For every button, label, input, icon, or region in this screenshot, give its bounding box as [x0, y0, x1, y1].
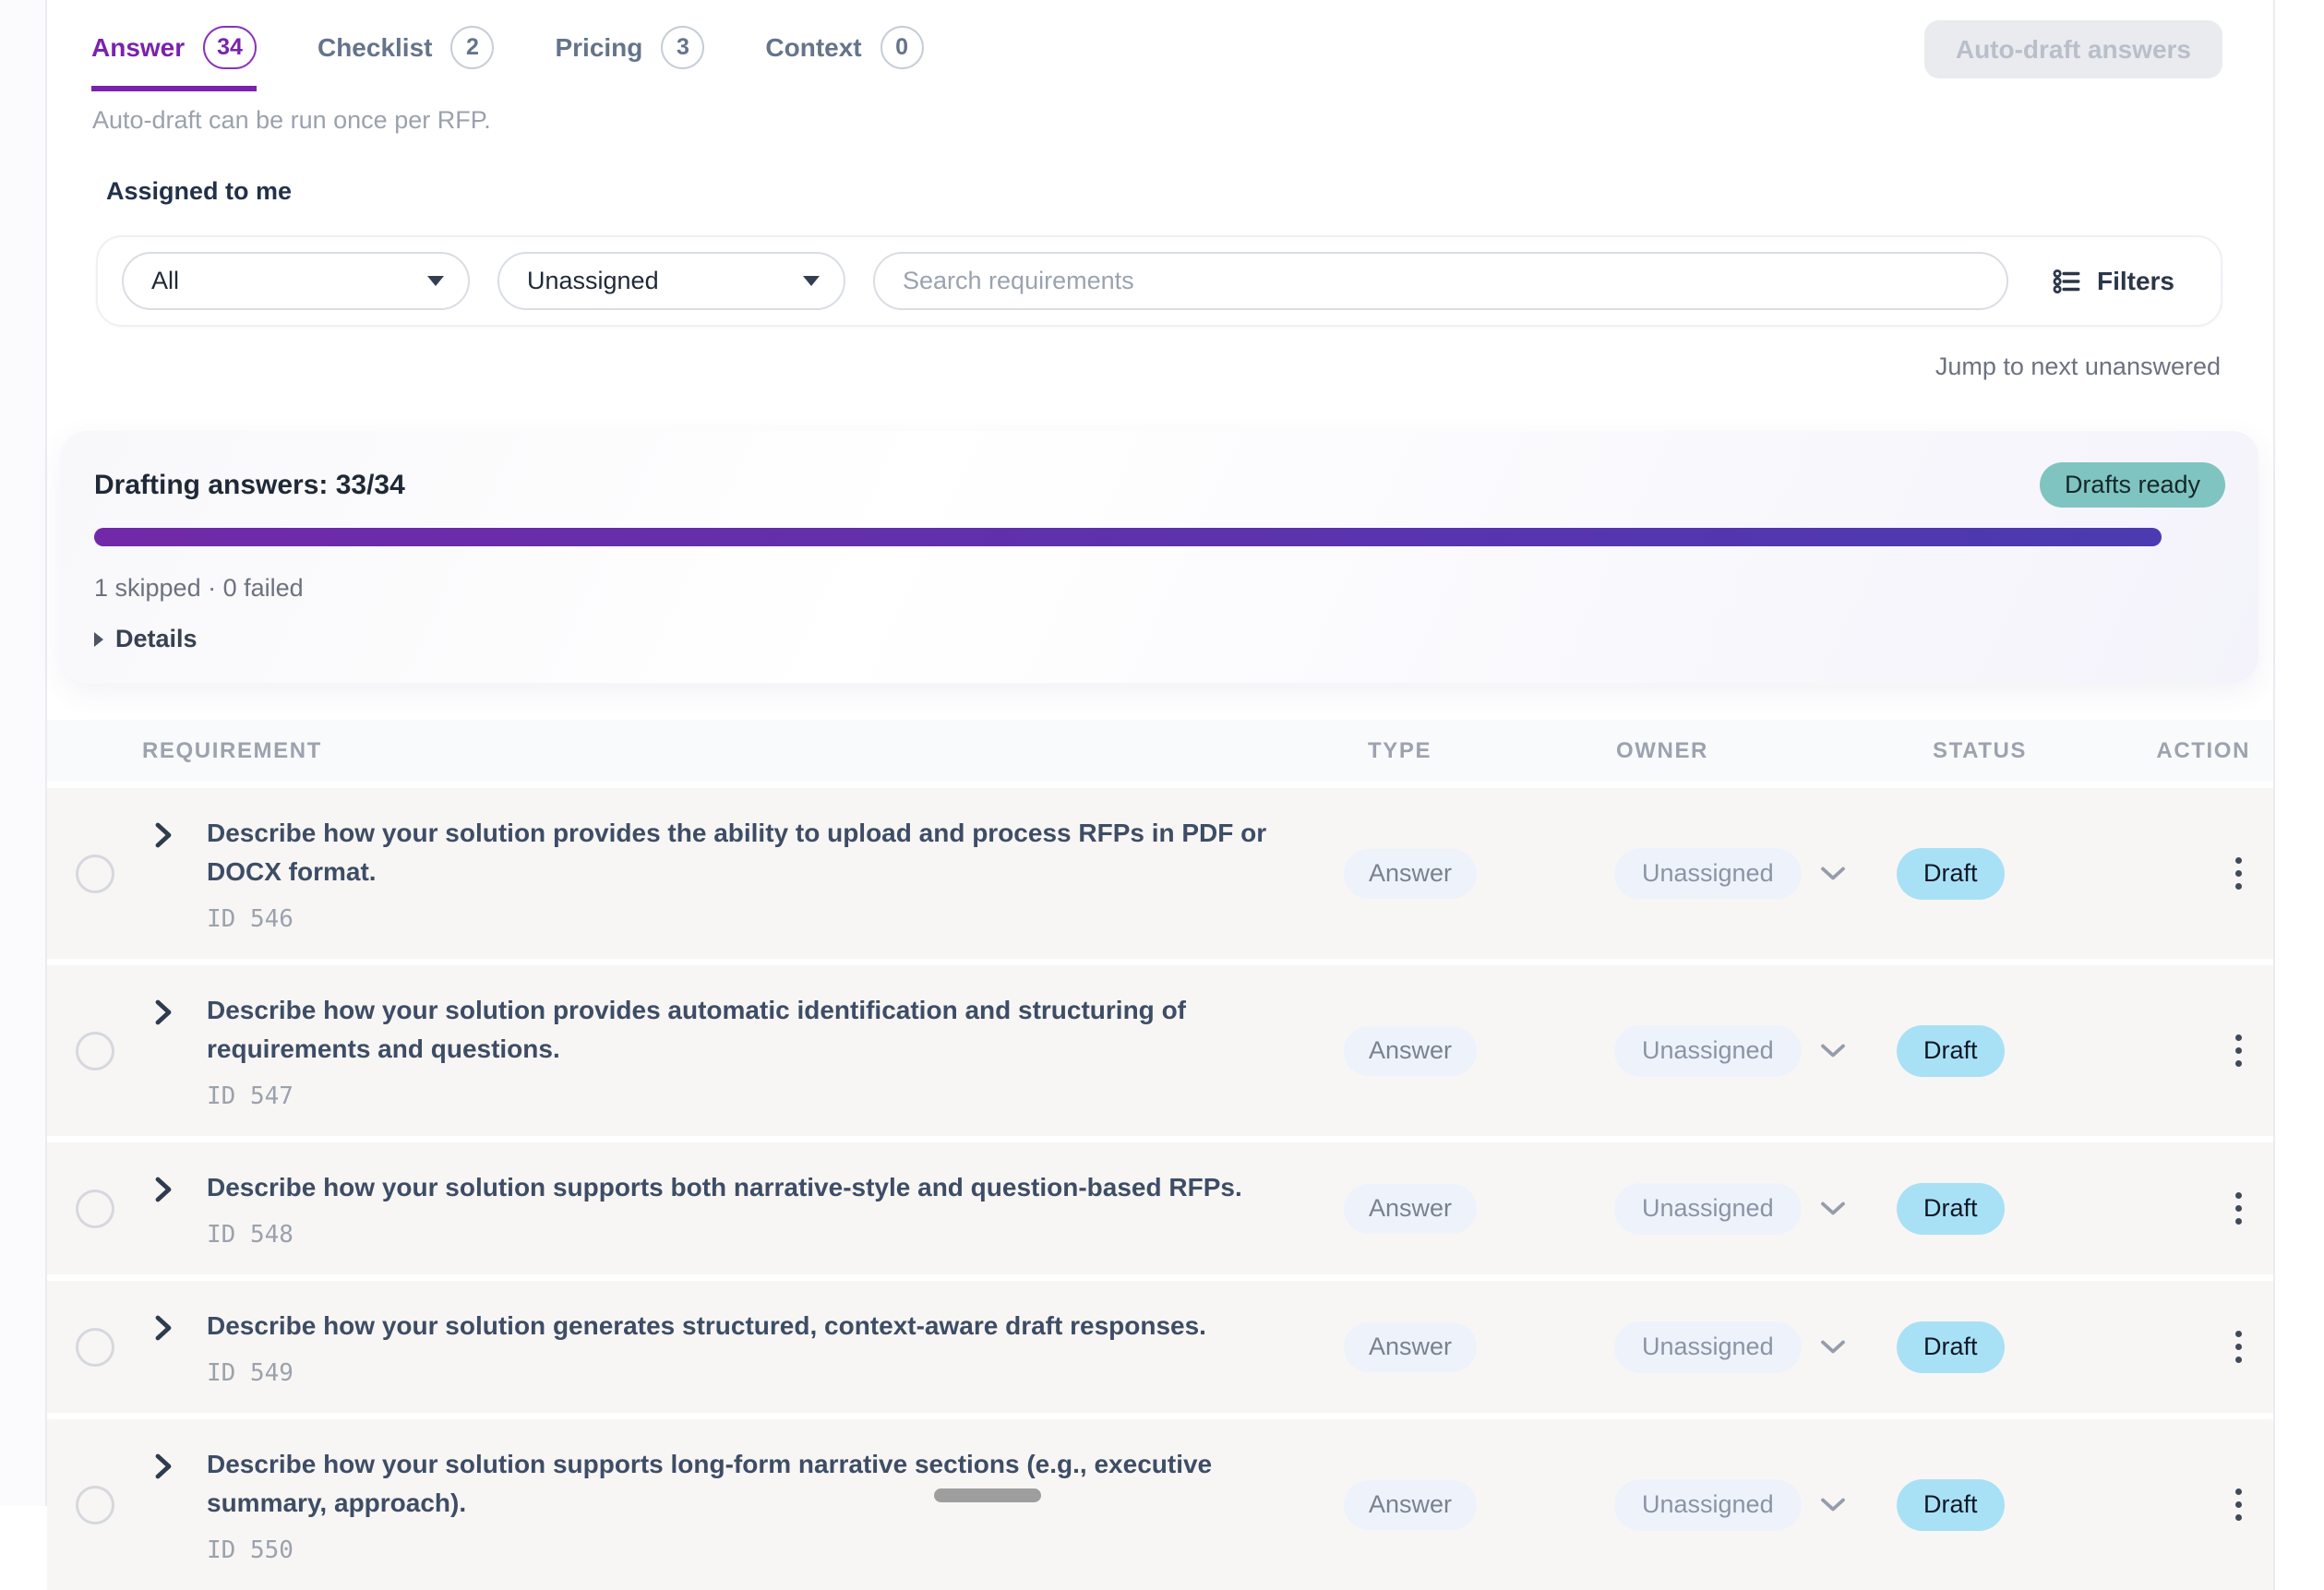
type-badge: Answer	[1344, 1322, 1477, 1372]
requirement-id: ID 548	[207, 1221, 1242, 1249]
filters-button[interactable]: Filters	[2045, 265, 2180, 298]
auto-draft-answers-button[interactable]: Auto-draft answers	[1924, 20, 2222, 78]
rfp-panel: Answer 34 Checklist 2 Pricing 3 Context …	[47, 0, 2275, 1590]
status-badge: Draft	[1897, 1321, 2005, 1373]
chevron-right-icon[interactable]	[153, 821, 174, 849]
column-header-requirement: Requirement	[47, 738, 1344, 764]
left-rail	[0, 0, 47, 1506]
row-checkbox[interactable]	[76, 1328, 114, 1367]
caret-down-icon	[427, 276, 444, 286]
owner-select[interactable]: Unassigned	[1614, 1321, 1802, 1373]
table-header: Requirement Type Owner Status Action	[47, 720, 2273, 782]
details-caret-icon	[94, 632, 103, 647]
column-header-status: Status	[1897, 738, 2159, 764]
tab-count-badge: 0	[880, 26, 924, 69]
requirement-title[interactable]: Describe how your solution supports long…	[207, 1445, 1314, 1523]
caret-down-icon	[803, 276, 820, 286]
chevron-down-icon[interactable]	[1820, 1497, 1846, 1512]
row-checkbox[interactable]	[76, 855, 114, 893]
status-badge: Draft	[1897, 1479, 2005, 1531]
kebab-menu-icon[interactable]	[2230, 1029, 2247, 1072]
search-input[interactable]	[873, 252, 2008, 310]
type-badge: Answer	[1344, 849, 1477, 899]
status-badge: Draft	[1897, 1183, 2005, 1235]
owner-filter-select[interactable]: Unassigned	[497, 252, 845, 310]
owner-select[interactable]: Unassigned	[1614, 848, 1802, 900]
tab-label: Checklist	[317, 33, 433, 63]
tab-checklist[interactable]: Checklist 2	[317, 26, 495, 91]
requirement-id: ID 546	[207, 905, 1314, 933]
tab-pricing[interactable]: Pricing 3	[555, 26, 704, 91]
status-badge: Draft	[1897, 848, 2005, 900]
row-checkbox[interactable]	[76, 1486, 114, 1524]
table-row: Describe how your solution supports both…	[47, 1142, 2273, 1274]
type-filter-select[interactable]: All	[122, 252, 470, 310]
column-header-action: Action	[2156, 738, 2273, 764]
tab-count-badge: 3	[661, 26, 704, 69]
requirement-title[interactable]: Describe how your solution provides auto…	[207, 991, 1314, 1069]
table-row: Describe how your solution provides the …	[47, 788, 2273, 959]
type-filter-value: All	[151, 267, 179, 295]
type-badge: Answer	[1344, 1184, 1477, 1234]
details-label: Details	[115, 625, 198, 653]
kebab-menu-icon[interactable]	[2230, 1325, 2247, 1369]
chevron-right-icon[interactable]	[153, 998, 174, 1026]
details-toggle[interactable]: Details	[94, 625, 2225, 653]
kebab-menu-icon[interactable]	[2230, 1187, 2247, 1230]
type-badge: Answer	[1344, 1026, 1477, 1076]
type-badge: Answer	[1344, 1480, 1477, 1530]
requirement-id: ID 549	[207, 1359, 1206, 1387]
requirement-title[interactable]: Describe how your solution provides the …	[207, 814, 1314, 891]
chevron-right-icon[interactable]	[153, 1453, 174, 1480]
drafting-progress-title: Drafting answers: 33/34	[94, 470, 405, 501]
requirement-id: ID 547	[207, 1082, 1314, 1110]
filters-button-label: Filters	[2097, 267, 2174, 296]
owner-select[interactable]: Unassigned	[1614, 1183, 1802, 1235]
kebab-menu-icon[interactable]	[2230, 1483, 2247, 1526]
requirement-id: ID 550	[207, 1536, 1314, 1564]
requirement-title[interactable]: Describe how your solution generates str…	[207, 1307, 1206, 1345]
owner-select[interactable]: Unassigned	[1614, 1025, 1802, 1077]
tab-count-badge: 34	[203, 26, 257, 69]
chevron-down-icon[interactable]	[1820, 866, 1846, 881]
table-row: Describe how your solution supports long…	[47, 1419, 2273, 1590]
kebab-menu-icon[interactable]	[2230, 852, 2247, 895]
table-row: Describe how your solution provides auto…	[47, 965, 2273, 1136]
tab-bar: Answer 34 Checklist 2 Pricing 3 Context …	[47, 0, 2273, 91]
drafts-ready-badge: Drafts ready	[2040, 462, 2225, 508]
drafting-progress-card: Drafting answers: 33/34 Drafts ready 1 s…	[61, 431, 2258, 683]
owner-filter-value: Unassigned	[527, 267, 659, 295]
chevron-down-icon[interactable]	[1820, 1339, 1846, 1355]
tab-label: Pricing	[555, 33, 642, 63]
filter-sliders-icon	[2051, 266, 2082, 297]
chevron-right-icon[interactable]	[153, 1176, 174, 1203]
filter-bar: All Unassigned Filters	[96, 235, 2222, 327]
horizontal-scrollbar-thumb[interactable]	[934, 1488, 1041, 1502]
chevron-down-icon[interactable]	[1820, 1043, 1846, 1058]
row-checkbox[interactable]	[76, 1032, 114, 1070]
tab-label: Context	[765, 33, 861, 63]
status-badge: Draft	[1897, 1025, 2005, 1077]
table-row: Describe how your solution generates str…	[47, 1281, 2273, 1413]
tab-context[interactable]: Context 0	[765, 26, 923, 91]
progress-bar-fill	[94, 528, 2162, 546]
owner-select[interactable]: Unassigned	[1614, 1479, 1802, 1531]
assigned-to-me-label: Assigned to me	[106, 177, 2273, 206]
chevron-right-icon[interactable]	[153, 1314, 174, 1342]
tab-count-badge: 2	[450, 26, 494, 69]
requirement-list: Describe how your solution provides the …	[47, 788, 2273, 1590]
progress-bar-track	[94, 528, 2225, 546]
chevron-down-icon[interactable]	[1820, 1201, 1846, 1216]
tab-answer[interactable]: Answer 34	[91, 26, 257, 91]
tab-label: Answer	[91, 33, 185, 63]
auto-draft-note: Auto-draft can be run once per RFP.	[92, 106, 2273, 135]
column-header-type: Type	[1344, 738, 1614, 764]
requirement-title[interactable]: Describe how your solution supports both…	[207, 1168, 1242, 1207]
progress-sub-text: 1 skipped · 0 failed	[94, 574, 2225, 603]
jump-to-next-unanswered-link[interactable]: Jump to next unanswered	[47, 353, 2221, 381]
column-header-owner: Owner	[1614, 738, 1897, 764]
row-checkbox[interactable]	[76, 1190, 114, 1228]
